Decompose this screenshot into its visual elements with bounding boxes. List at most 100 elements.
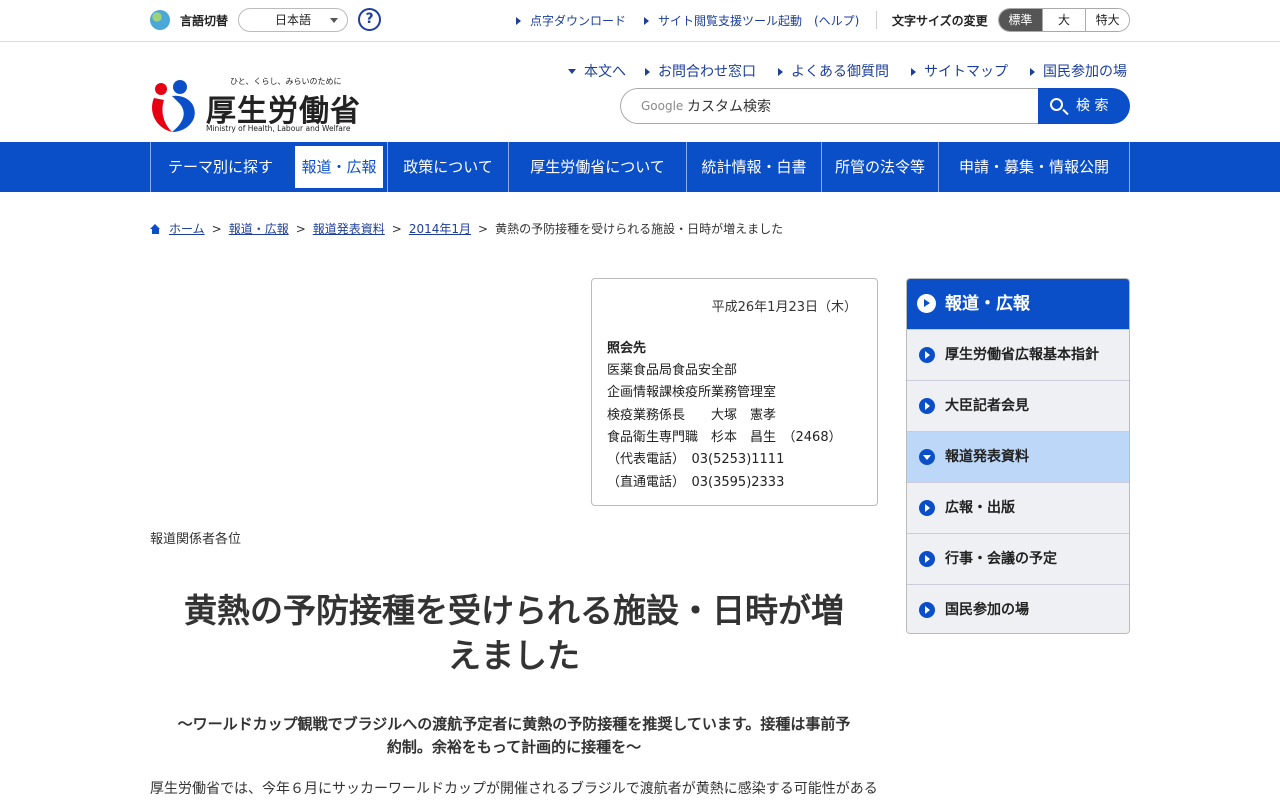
arrow-down-icon [568,69,576,74]
search-button[interactable]: 検 索 [1038,88,1130,124]
search-input[interactable] [687,95,1027,119]
site-logo[interactable]: ひと、くらし、みらいのために 厚生労働省 Ministry of Health,… [150,74,360,134]
breadcrumb: ホーム > 報道・広報 > 報道発表資料 >2014年1月 > 黄熱の予防接種を受けられる施設… [150,220,783,237]
page-subtitle: ～ワールドカップ観戦でブラジルへの渡航予定者に黄熱の予防接種を推奨しています。接… [150,713,878,759]
contact-line: 医薬食品局食品安全部 [607,363,738,378]
search-button-label: 検 索 [1076,98,1109,114]
side-item-label: 大臣記者会見 [945,398,1029,414]
side-item-publications[interactable]: 広報・出版 [907,482,1129,533]
side-item-label: 広報・出版 [945,500,1015,516]
side-item-minister-press[interactable]: 大臣記者会見 [907,380,1129,431]
font-size-switcher: 標準 大 特大 [998,8,1130,32]
font-size-standard-button[interactable]: 標準 [999,9,1042,31]
breadcrumb-press[interactable]: 報道・広報 [229,222,289,236]
sitemap-link[interactable]: サイトマップ [911,61,1008,81]
utility-bar: 言語切替 日本語 ? 点字ダウンロード サイト閲覧支援ツール起動 (ヘルプ) 文… [0,0,1280,42]
gnav-item-applications[interactable]: 申請・募集・情報公開 [938,142,1130,192]
breadcrumb-press-releases[interactable]: 報道発表資料 [313,222,385,236]
breadcrumb-home[interactable]: ホーム [169,222,205,236]
side-item-pr-policy[interactable]: 厚生労働省広報基本指針 [907,329,1129,380]
breadcrumb-month[interactable]: 2014年1月 [409,222,471,236]
page-title: 黄熱の予防接種を受けられる施設・日時が増 えました [150,588,878,678]
lead-paragraph: 厚生労働省では、今年６月にサッカーワールドカップが開催されるブラジルで渡航者が黄… [150,781,878,797]
search-icon [1050,98,1063,111]
side-item-label: 厚生労働省広報基本指針 [945,347,1099,363]
page-title-line: 黄熱の予防接種を受けられる施設・日時が増 [184,591,844,630]
page-subtitle-line: ～ワールドカップ観戦でブラジルへの渡航予定者に黄熱の予防接種を推奨しています。接… [177,715,851,733]
gnav-item-press[interactable]: 報道・広報 [291,142,387,192]
globe-icon [150,10,170,30]
search-box: Google [620,88,1050,124]
side-item-events[interactable]: 行事・会議の予定 [907,533,1129,584]
chevron-right-icon [919,551,935,567]
contact-line: （代表電話） 03(5253)1111 [607,452,785,467]
side-item-label: 国民参加の場 [945,602,1029,618]
public-participation-link[interactable]: 国民参加の場 [1030,61,1127,81]
accessibility-tool-link[interactable]: サイト閲覧支援ツール起動 (ヘルプ) [644,12,859,29]
global-nav: テーマ別に探す 報道・広報 政策について 厚生労働省について 統計情報・白書 所… [0,142,1280,192]
side-item-label: 行事・会議の予定 [945,551,1057,567]
arrow-right-icon [516,17,521,25]
faq-label: よくある御質問 [791,64,889,80]
font-size-large-button[interactable]: 大 [1041,9,1086,31]
breadcrumb-separator: > [391,222,402,236]
side-menu-heading-label: 報道・広報 [945,294,1030,314]
contact-line: 検疫業務係長 大塚 憲孝 [607,408,777,423]
breadcrumb-separator: > [478,222,489,236]
page-title-line: えました [448,636,580,675]
audience-text: 報道関係者各位 [150,532,242,547]
language-select-value: 日本語 [275,13,312,27]
arrow-right-icon [645,68,650,76]
contact-line: 食品衛生専門職 杉本 昌生 （2468） [607,430,842,445]
gnav-item-statistics[interactable]: 統計情報・白書 [686,142,821,192]
language-select[interactable]: 日本語 [238,8,348,32]
braille-download-label: 点字ダウンロード [530,14,627,28]
braille-download-link[interactable]: 点字ダウンロード [516,12,626,29]
arrow-right-icon [1030,68,1035,76]
faq-link[interactable]: よくある御質問 [778,61,889,81]
contact-window-label: お問合わせ窓口 [658,64,756,80]
skip-to-content-label: 本文へ [584,64,626,80]
sitemap-label: サイトマップ [924,64,1008,80]
contact-heading: 照会先 [607,341,647,356]
breadcrumb-separator: > [211,222,222,236]
chevron-down-icon [919,449,935,465]
breadcrumb-current: 黄熱の予防接種を受けられる施設・日時が増えました [495,222,784,236]
arrow-right-icon [911,68,916,76]
gnav-item-themes[interactable]: テーマ別に探す [150,142,290,192]
gnav-item-laws[interactable]: 所管の法令等 [821,142,938,192]
page-subtitle-line: 約制。余裕をもって計画的に接種を～ [386,738,642,756]
side-item-press-releases[interactable]: 報道発表資料 [907,431,1129,482]
logo-english-name: Ministry of Health, Labour and Welfare [206,124,351,133]
arrow-right-icon [778,68,783,76]
accessibility-tool-label: サイト閲覧支援ツール起動 (ヘルプ) [658,14,860,28]
skip-to-content-link[interactable]: 本文へ [568,61,626,81]
side-menu: 報道・広報 厚生労働省広報基本指針 大臣記者会見 報道発表資料 広報・出版 行事… [906,278,1130,634]
breadcrumb-separator: > [295,222,306,236]
chevron-right-icon [919,347,935,363]
contact-window-link[interactable]: お問合わせ窓口 [645,61,756,81]
gnav-item-about[interactable]: 厚生労働省について [508,142,686,192]
font-size-label: 文字サイズの変更 [892,14,988,28]
contact-line: 企画情報課検疫所業務管理室 [607,385,777,400]
release-date: 平成26年1月23日（木） [711,300,857,315]
search-brand: Google [641,99,684,113]
contact-box: 平成26年1月23日（木） 照会先 医薬食品局食品安全部 企画情報課検疫所業務管… [591,278,878,506]
chevron-down-icon [330,18,338,23]
divider [876,11,877,29]
chevron-right-icon [919,398,935,414]
contact-line: （直通電話） 03(3595)2333 [607,475,785,490]
gnav-item-policy[interactable]: 政策について [387,142,508,192]
home-icon [150,224,161,234]
side-item-participation[interactable]: 国民参加の場 [907,584,1129,633]
font-size-xlarge-button[interactable]: 特大 [1085,9,1129,31]
chevron-right-icon [919,602,935,618]
chevron-right-icon [917,294,936,313]
help-icon[interactable]: ? [358,8,381,31]
mhlw-emblem-icon [152,80,195,132]
public-participation-label: 国民参加の場 [1043,64,1127,80]
chevron-right-icon [919,500,935,516]
language-label: 言語切替 [180,14,229,28]
arrow-right-icon [644,17,649,25]
side-menu-heading[interactable]: 報道・広報 [907,279,1129,329]
